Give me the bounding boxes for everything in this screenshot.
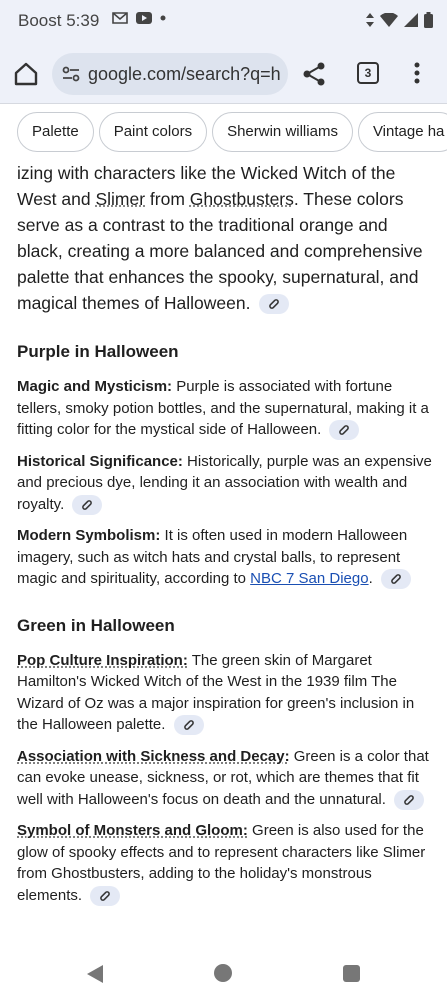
home-icon[interactable] [12, 60, 40, 88]
chip-vintage[interactable]: Vintage ha [357, 112, 447, 152]
source-link-button[interactable] [173, 715, 204, 736]
purple-item: Historical Significance: Historically, p… [17, 451, 435, 516]
link-icon [269, 299, 280, 310]
purple-item: Magic and Mysticism: Purple is associate… [17, 376, 435, 441]
link-icon [183, 720, 194, 730]
green-item: Pop Culture Inspiration: The green skin … [17, 650, 435, 736]
system-icons [366, 12, 433, 28]
nbc-san-diego-link[interactable]: NBC 7 San Diego [250, 570, 368, 587]
status-bar: Boost 5:39 [0, 0, 447, 44]
chip-paint-colors[interactable]: Paint colors [98, 112, 208, 152]
purple-item: Modern Symbolism: It is often used in mo… [17, 525, 435, 590]
page-info-icon[interactable] [62, 66, 80, 82]
green-item: Association with Sickness and Decay: Gre… [17, 746, 435, 811]
ghostbusters-term[interactable]: Ghostbusters [190, 189, 294, 209]
status-time: Boost 5:39 [18, 11, 100, 30]
url-text[interactable]: google.com/search?q=h [88, 64, 281, 85]
back-icon[interactable] [86, 964, 104, 984]
source-link-button[interactable] [90, 885, 121, 906]
search-refinement-chips: Palette Paint colors Sherwin williams Vinta… [0, 104, 447, 164]
source-link-button[interactable] [72, 494, 103, 515]
youtube-icon [136, 12, 152, 24]
intro-paragraph: izing with characters like the Wicked Wi… [17, 163, 423, 315]
chip-sherwin-williams[interactable]: Sherwin williams [212, 112, 353, 152]
green-section-title: Green in Halloween [17, 615, 175, 635]
browser-toolbar: google.com/search?q=h 3 [0, 44, 447, 104]
address-bar[interactable]: google.com/search?q=h [52, 53, 288, 95]
term-monsters-gloom[interactable]: Symbol of Monsters and Gloom: [17, 822, 248, 839]
more-vert-icon[interactable] [414, 62, 420, 84]
notification-icons [112, 12, 166, 24]
gmail-icon [112, 12, 128, 24]
term-pop-culture[interactable]: Pop Culture Inspiration: [17, 652, 188, 669]
term-sickness-decay[interactable]: Association with Sickness and Decay: [17, 748, 290, 765]
link-icon [404, 794, 414, 805]
link-icon [391, 574, 401, 584]
ai-overview-content: izing with characters like the Wicked Wi… [17, 160, 435, 916]
link-icon [100, 890, 111, 901]
purple-section-title: Purple in Halloween [17, 342, 179, 361]
recents-icon[interactable] [343, 965, 360, 982]
signal-icon [404, 13, 418, 27]
link-icon [339, 425, 350, 435]
green-item: Symbol of Monsters and Gloom: Green is a… [17, 820, 435, 906]
battery-icon [424, 12, 433, 28]
home-nav-icon[interactable] [214, 964, 232, 982]
source-link-button[interactable] [329, 420, 360, 441]
wifi-icon [380, 13, 398, 27]
dot-icon [160, 15, 166, 21]
source-link-button[interactable] [394, 789, 425, 810]
slimer-term[interactable]: Slimer [95, 189, 145, 209]
link-icon [82, 499, 93, 510]
source-link-button[interactable] [380, 569, 411, 590]
system-nav-bar [0, 944, 447, 1000]
chip-palette[interactable]: Palette [17, 112, 94, 152]
share-icon[interactable] [302, 61, 326, 87]
tab-switcher-button[interactable]: 3 [357, 62, 379, 84]
source-link-button[interactable] [259, 294, 290, 315]
data-arrows-icon [366, 13, 374, 27]
